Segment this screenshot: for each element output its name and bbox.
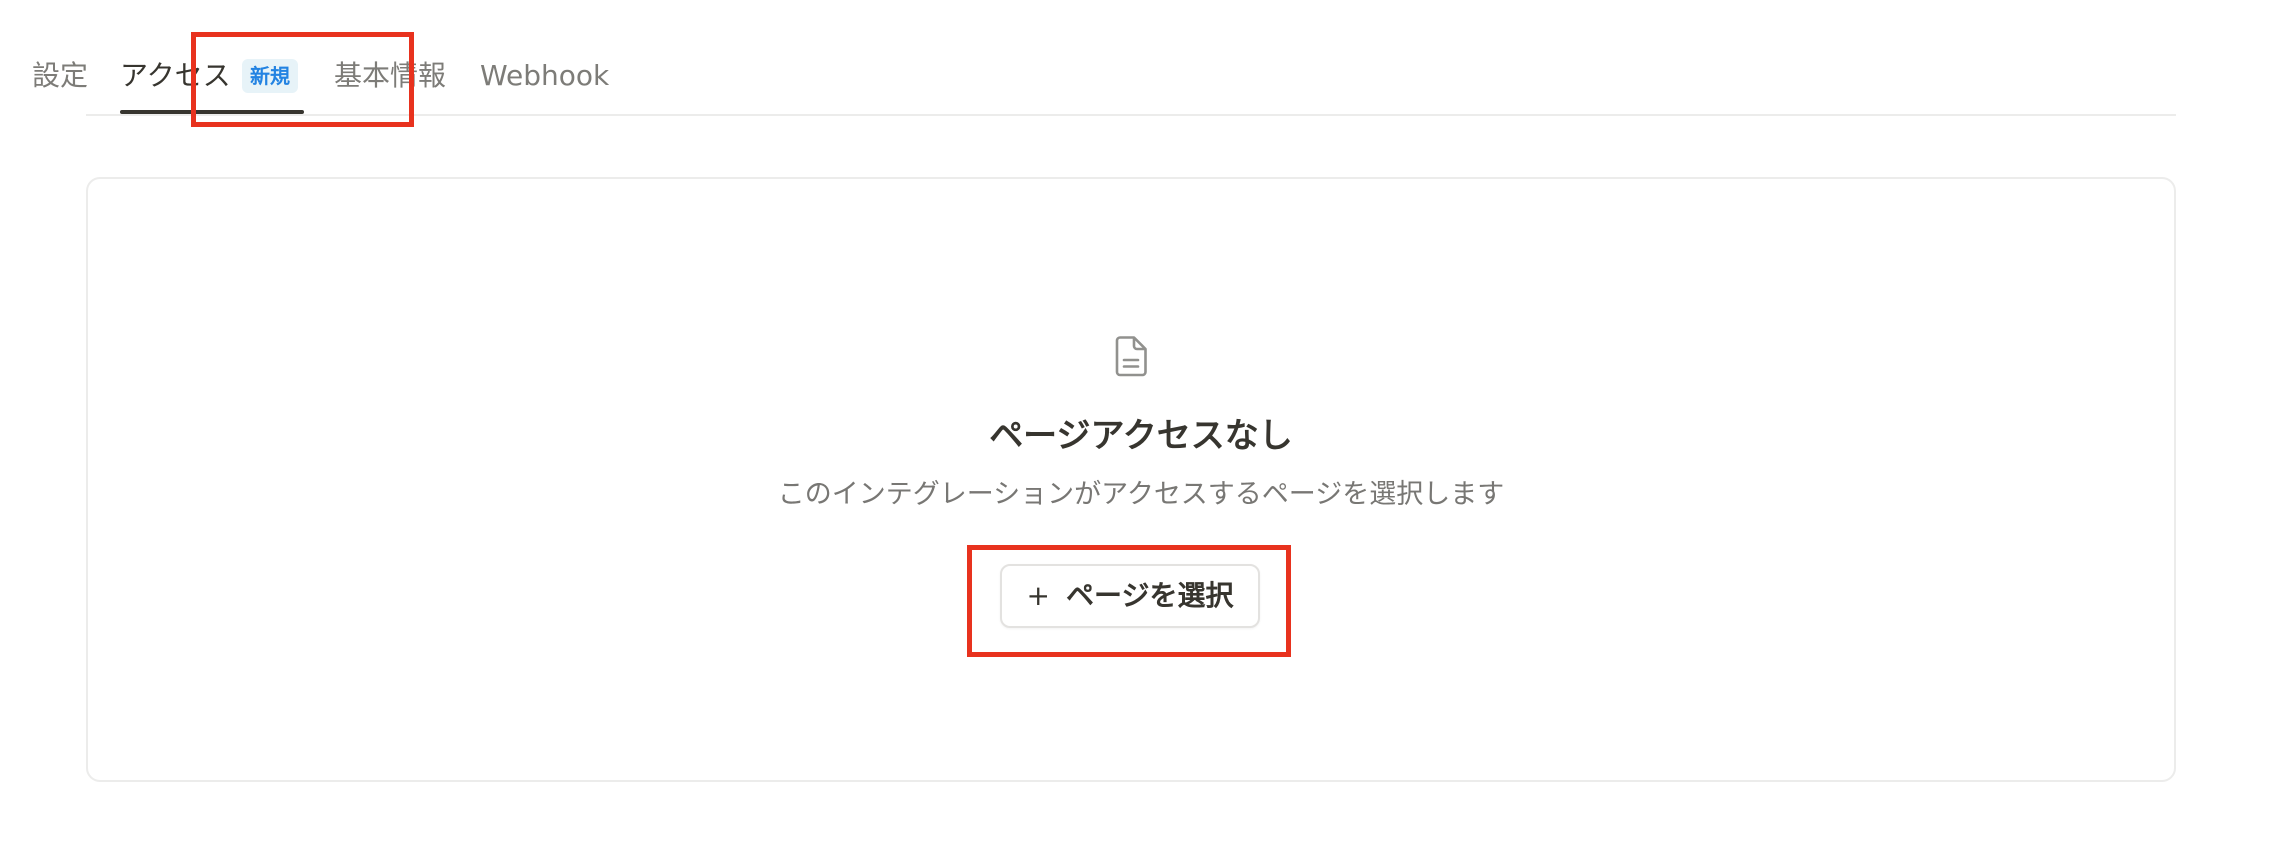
tab-webhook[interactable]: Webhook — [480, 58, 609, 94]
active-tab-indicator — [120, 110, 304, 114]
new-badge: 新規 — [242, 59, 298, 93]
select-page-button-label: ページを選択 — [1066, 579, 1234, 612]
plus-icon: + — [1026, 579, 1050, 612]
tab-settings[interactable]: 設定 — [32, 58, 88, 94]
document-icon — [1115, 336, 1147, 377]
tab-basic-info[interactable]: 基本情報 — [334, 58, 446, 94]
empty-state-title: ページアクセスなし — [989, 416, 1293, 456]
select-page-button[interactable]: + ページを選択 — [1000, 564, 1260, 628]
tab-access[interactable]: アクセス — [120, 58, 231, 94]
empty-state-description: このインテグレーションがアクセスするページを選択します — [777, 479, 1505, 510]
